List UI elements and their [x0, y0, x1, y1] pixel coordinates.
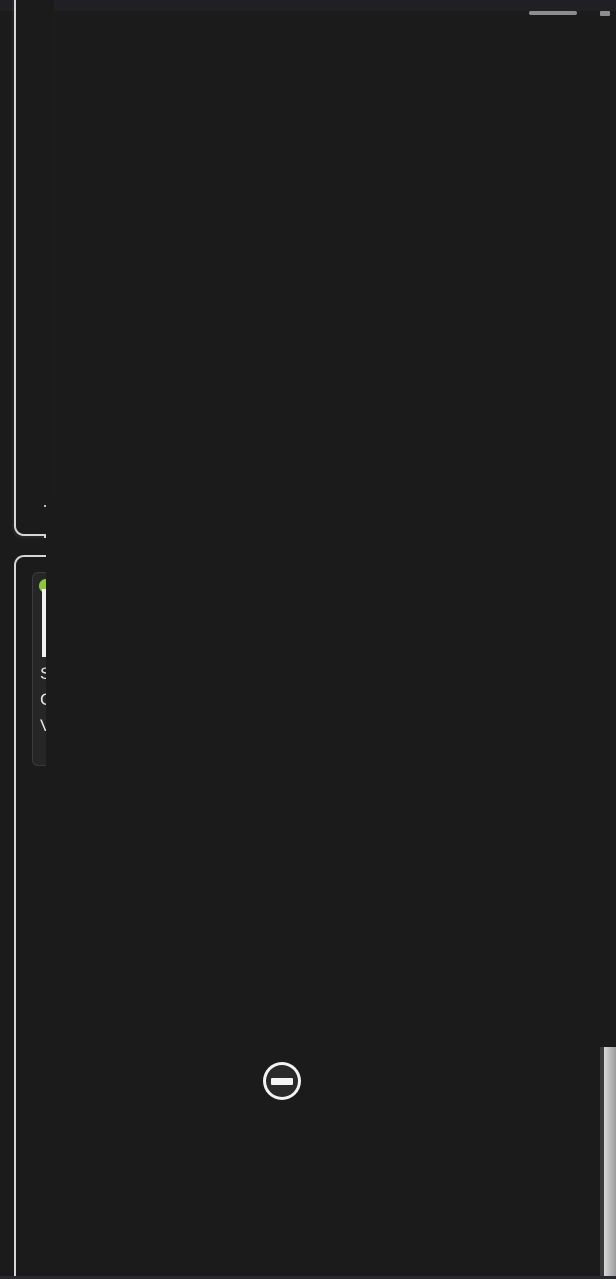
scrollbar[interactable] — [600, 1047, 616, 1279]
corner-handle[interactable] — [600, 11, 610, 16]
content-area — [46, 500, 616, 780]
status-strip — [0, 0, 616, 11]
app-screen: S C V — [0, 0, 616, 1279]
upper-panel-edge — [14, 0, 54, 538]
remove-circle-icon — [266, 1065, 298, 1097]
remove-button[interactable] — [263, 1062, 301, 1100]
scrollbar-thumb[interactable] — [604, 1047, 616, 1279]
sheet-drag-handle[interactable] — [529, 11, 577, 15]
minus-icon — [271, 1077, 293, 1085]
